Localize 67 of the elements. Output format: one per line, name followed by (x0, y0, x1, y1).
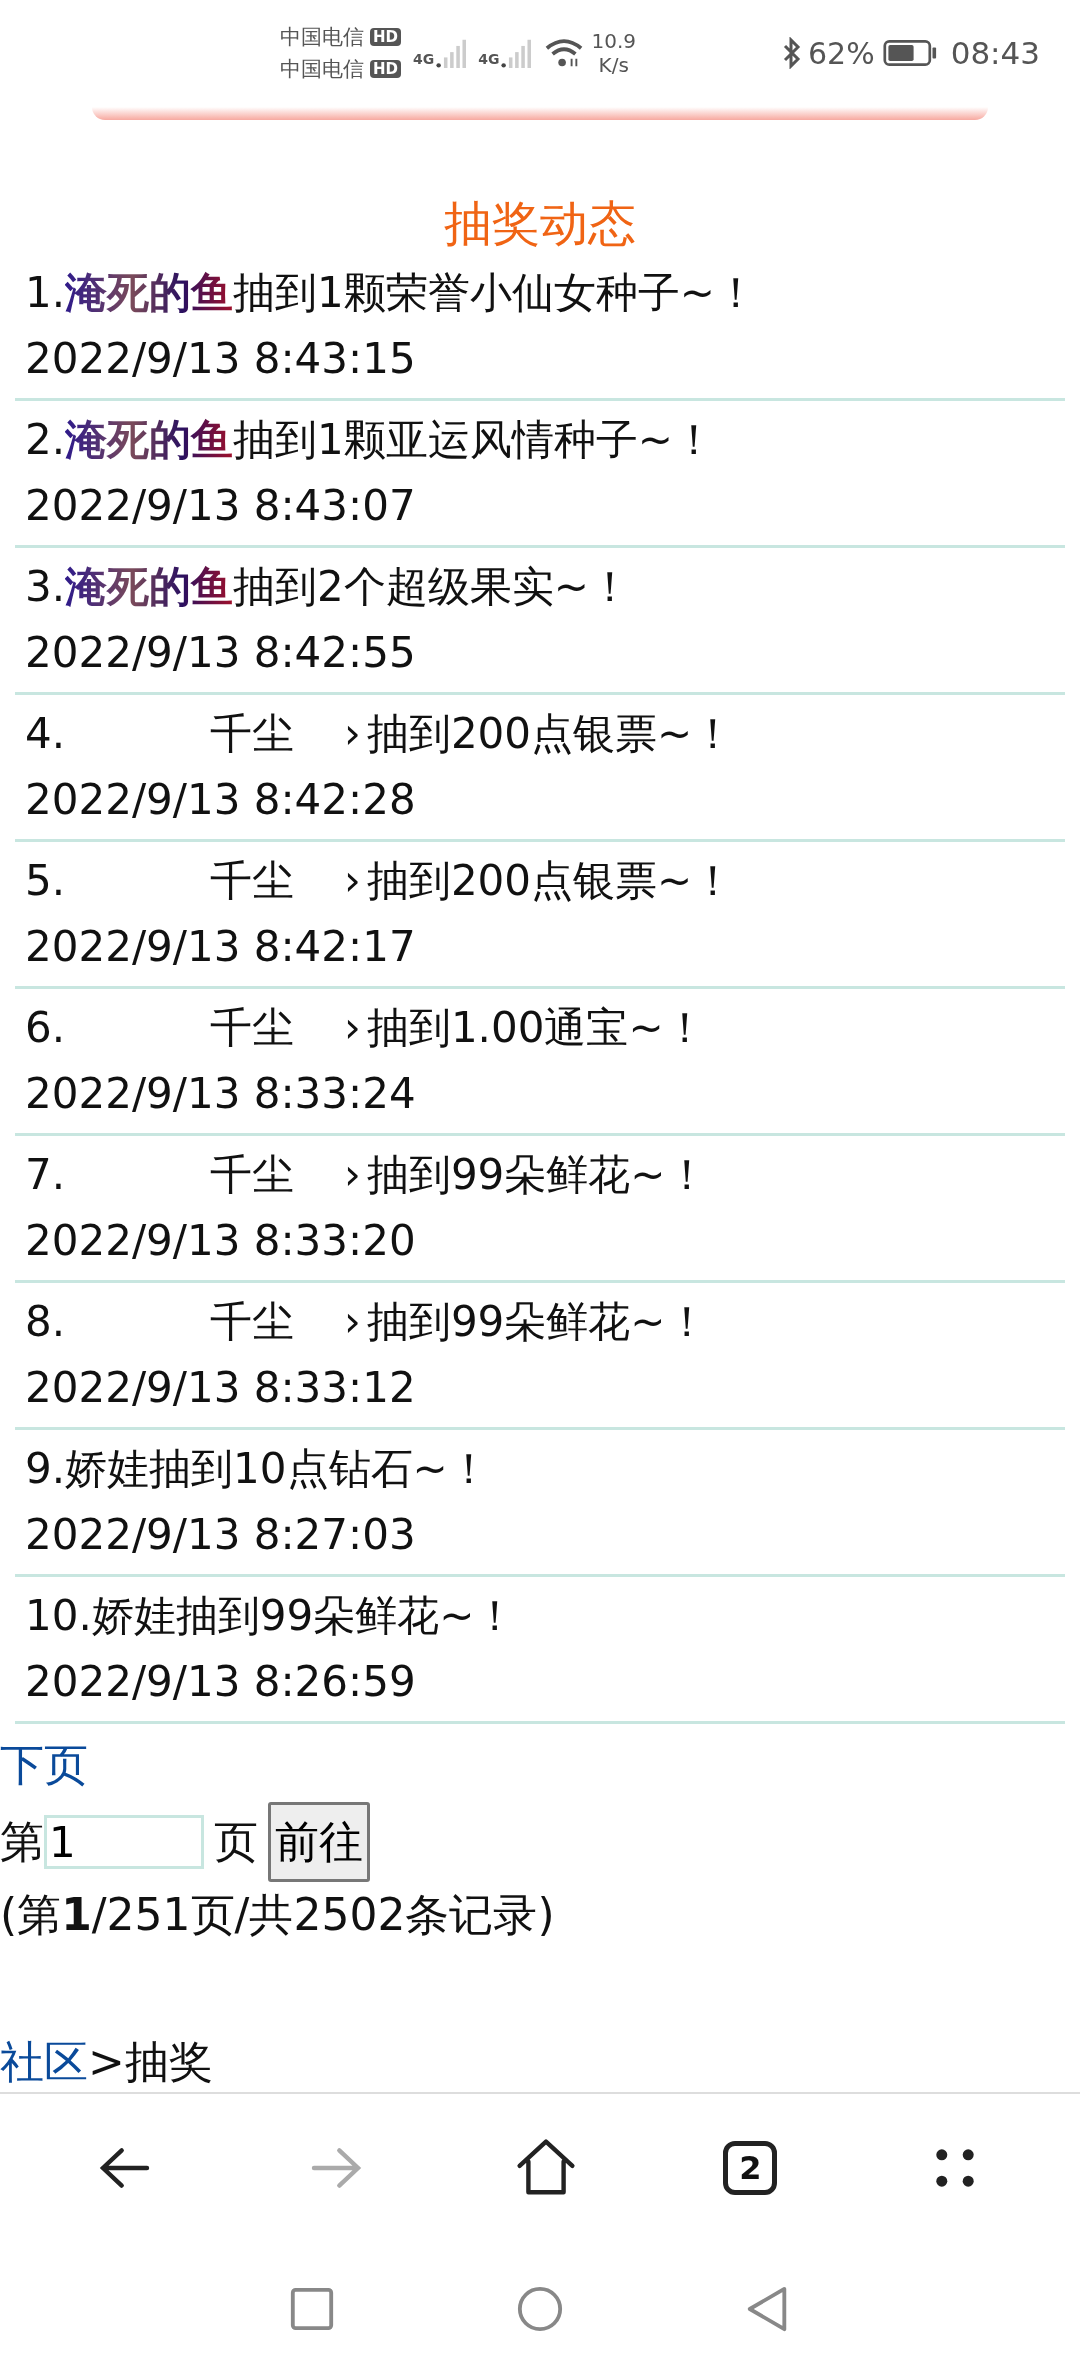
network-speed: K/s (598, 53, 629, 78)
page-title: 抽奖动态 (443, 194, 637, 254)
home-circle-icon[interactable] (516, 2285, 564, 2334)
battery-percent: 62% (807, 35, 875, 71)
name-mark: › (344, 708, 361, 761)
carrier-name: 中国电信 (280, 56, 364, 84)
signal-icon (501, 37, 532, 70)
record-time: 2022/9/13 8:42:17 (25, 921, 417, 974)
signal-icon (436, 37, 467, 70)
network-type: 4G (478, 51, 500, 68)
name-mark: › (344, 1149, 361, 1202)
record-time: 2022/9/13 8:33:24 (25, 1068, 417, 1121)
user-name[interactable]: 娇娃 (65, 1436, 150, 1503)
name-mark: › (344, 855, 361, 908)
page-suffix: 页 (214, 1814, 258, 1869)
record-number: 5. (25, 855, 66, 908)
name-mark: › (344, 1002, 361, 1055)
record-number: 2. (25, 414, 66, 467)
community-link[interactable]: 社区 (0, 2036, 88, 2088)
network-speed: 10.9 (591, 29, 636, 54)
bluetooth-icon (781, 37, 802, 70)
user-name[interactable]: 千尘 (210, 701, 295, 768)
prize-text: 抽到1颗亚运风情种子~！ (233, 414, 715, 467)
prize-text: 抽到2个超级果实~！ (233, 561, 631, 614)
go-button[interactable]: 前往 (268, 1802, 370, 1883)
user-name[interactable]: 千尘 (210, 848, 295, 915)
page-prefix: 第 (0, 1814, 44, 1869)
prize-text: 抽到99朵鲜花~！ (175, 1590, 517, 1643)
record-time: 2022/9/13 8:42:55 (25, 627, 417, 680)
carrier-name: 中国电信 (280, 24, 364, 52)
hd-badge: HD (370, 28, 401, 47)
prize-text: 抽到200点银票~！ (366, 855, 735, 908)
record-number: 1. (25, 267, 66, 320)
record-number: 8. (25, 1296, 66, 1349)
record-number: 10. (25, 1590, 92, 1643)
prize-text: 抽到1颗荣誉小仙女种子~！ (233, 267, 757, 320)
network-type: 4G (413, 51, 435, 68)
prize-text: 抽到10点钻石~！ (149, 1443, 490, 1496)
user-name[interactable]: 千尘 (210, 995, 295, 1062)
user-name[interactable]: 娇娃 (91, 1583, 176, 1650)
record-time: 2022/9/13 8:43:15 (25, 333, 417, 386)
record-time: 2022/9/13 8:33:20 (25, 1215, 417, 1268)
name-mark: › (344, 1296, 361, 1349)
page-summary: (第1/251页/共2502条记录) (0, 1888, 555, 1943)
prize-text: 抽到1.00通宝~！ (366, 1002, 706, 1055)
page-input[interactable]: 1 (44, 1815, 204, 1870)
next-page-link[interactable]: 下页 (0, 1732, 88, 1799)
record-time: 2022/9/13 8:26:59 (25, 1656, 417, 1709)
record-time: 2022/9/13 8:33:12 (25, 1362, 417, 1415)
user-name[interactable]: 千尘 (210, 1142, 295, 1209)
hd-badge: HD (370, 60, 401, 79)
battery-icon (882, 39, 937, 68)
user-name[interactable]: 千尘 (210, 1289, 295, 1356)
record-time: 2022/9/13 8:42:28 (25, 774, 417, 827)
record-number: 7. (25, 1149, 66, 1202)
record-number: 9. (25, 1443, 66, 1496)
breadcrumb-text: >抽奖 (88, 2036, 213, 2088)
record-number: 4. (25, 708, 66, 761)
record-number: 3. (25, 561, 66, 614)
record-number: 6. (25, 1002, 66, 1055)
clock: 08:43 (950, 35, 1040, 72)
prize-text: 抽到200点银票~！ (366, 708, 735, 761)
prize-text: 抽到99朵鲜花~！ (366, 1296, 708, 1349)
tabs-button[interactable]: 2 (723, 2141, 778, 2196)
record-time: 2022/9/13 8:43:07 (25, 480, 417, 533)
record-time: 2022/9/13 8:27:03 (25, 1509, 417, 1562)
prize-text: 抽到99朵鲜花~！ (366, 1149, 708, 1202)
